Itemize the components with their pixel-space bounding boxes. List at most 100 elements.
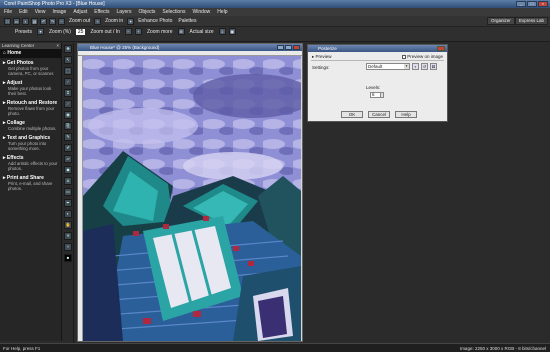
preview-on-image-checkbox[interactable]: Preview on image (402, 54, 443, 59)
menu-effects[interactable]: Effects (94, 9, 109, 15)
pick-tool-icon[interactable]: ↖ (64, 56, 72, 64)
levels-spinner[interactable] (380, 92, 384, 98)
color-swatch-icon[interactable]: ■ (64, 254, 72, 262)
zoom-in-button[interactable]: Zoom in (103, 18, 125, 24)
section-desc: Turn your photo into something more. (8, 141, 47, 151)
presets-label: Presets (15, 28, 32, 35)
menu-objects[interactable]: Objects (138, 9, 155, 15)
crop-tool-icon[interactable]: ⌗ (64, 89, 72, 97)
dropper-tool-icon[interactable]: ⁄ (64, 78, 72, 86)
menu-selections[interactable]: Selections (162, 9, 185, 15)
reset-icon[interactable]: ↺ (421, 63, 428, 70)
section-print-share[interactable]: ▸ Print and Share Print, e-mail, and sha… (0, 173, 61, 193)
actual-size-icon[interactable]: 1 (218, 28, 226, 35)
pen-tool-icon[interactable]: ✒ (64, 199, 72, 207)
menu-help[interactable]: Help (217, 9, 227, 15)
preset-picker-icon[interactable]: ▾ (36, 28, 44, 35)
fit-window-icon[interactable]: ▣ (228, 28, 236, 35)
section-desc: Combine multiple photos. (8, 126, 57, 131)
straighten-tool-icon[interactable]: ⟋ (64, 100, 72, 108)
menu-layers[interactable]: Layers (116, 9, 131, 15)
menu-adjust[interactable]: Adjust (73, 9, 87, 15)
print-icon[interactable]: ▤ (31, 17, 38, 25)
home-button[interactable]: ⌂ Home (0, 49, 61, 58)
status-help-text: For Help, press F1 (3, 345, 41, 351)
preview-toggle[interactable]: ▸ Preview (312, 54, 332, 60)
menu-window[interactable]: Window (193, 9, 211, 15)
zoom-out-button[interactable]: Zoom out (67, 18, 92, 24)
image-window-title: Blue House* @ 25% (Background) (78, 44, 302, 51)
brush-tool-icon[interactable]: ✐ (64, 144, 72, 152)
cancel-button[interactable]: Cancel (368, 111, 390, 118)
section-adjust[interactable]: ▸ Adjust Make your photos look their bes… (0, 78, 61, 98)
close-panel-icon[interactable]: × (56, 43, 61, 49)
palettes-button[interactable]: Palettes (176, 18, 198, 24)
shape-tool-icon[interactable]: ▭ (64, 188, 72, 196)
scratch-remover-icon[interactable]: ✎ (64, 133, 72, 141)
open-icon[interactable]: ▭ (13, 17, 20, 25)
express-lab-tab[interactable]: Express Lab (515, 17, 549, 25)
section-get-photos[interactable]: ▸ Get Photos Get photos from your camera… (0, 58, 61, 78)
lighten-tool-icon[interactable]: ☀ (64, 232, 72, 240)
section-desc: Make your photos look their best. (8, 86, 52, 96)
redo-icon[interactable]: ↷ (49, 17, 56, 25)
enhance-icon[interactable]: ✦ (127, 17, 135, 25)
section-desc: Remove flaws from your photo. (8, 106, 55, 116)
eraser-tool-icon[interactable]: ▱ (64, 155, 72, 163)
menu-view[interactable]: View (35, 9, 46, 15)
close-button[interactable]: × (538, 1, 548, 7)
title-bar: Corel PaintShop Photo Pro X3 - [Blue Hou… (0, 0, 550, 8)
warp-tool-icon[interactable]: ◐ (64, 210, 72, 218)
image-minimize-button[interactable] (277, 45, 284, 50)
smudge-tool-icon[interactable]: ✋ (64, 221, 72, 229)
save-icon[interactable]: ▪ (22, 17, 29, 25)
randomize-icon[interactable]: ⚄ (430, 63, 437, 70)
minimize-button[interactable]: _ (516, 1, 526, 7)
image-close-button[interactable] (293, 45, 300, 50)
magic-fill-icon[interactable]: ✧ (64, 243, 72, 251)
section-desc: Add artistic effects to your photos. (8, 161, 58, 171)
section-effects[interactable]: ▸ Effects Add artistic effects to your p… (0, 153, 61, 173)
zoom-more-icon[interactable]: ⊕ (177, 28, 185, 35)
organizer-tab[interactable]: Organizer (487, 17, 515, 25)
pan-tool-icon[interactable]: ✥ (64, 45, 72, 53)
clone-tool-icon[interactable]: ⎘ (64, 122, 72, 130)
menu-image[interactable]: Image (52, 9, 66, 15)
help-button[interactable]: Help (395, 111, 417, 118)
settings-label: Settings: (312, 65, 330, 70)
section-collage[interactable]: ▸ Collage Combine multiple photos. (0, 118, 61, 133)
section-retouch[interactable]: ▸ Retouch and Restore Remove flaws from … (0, 98, 61, 118)
photo-canvas[interactable] (83, 56, 301, 341)
image-maximize-button[interactable] (285, 45, 292, 50)
zoom-plus-icon[interactable]: + (134, 28, 142, 35)
zoom-value-field[interactable]: 25 (75, 28, 86, 35)
settings-select[interactable]: Default ▼ (366, 63, 410, 70)
undo-icon[interactable]: ↶ (40, 17, 47, 25)
zoom-in-icon[interactable]: + (94, 17, 102, 25)
selection-tool-icon[interactable]: ⬚ (64, 67, 72, 75)
save-preset-icon[interactable]: ▪ (412, 63, 419, 70)
levels-input[interactable]: 6 (370, 92, 384, 98)
ok-button[interactable]: OK (341, 111, 363, 118)
image-window: Blue House* @ 25% (Background) (77, 43, 303, 342)
fill-tool-icon[interactable]: ◆ (64, 166, 72, 174)
status-bar: For Help, press F1 Image: 2250 x 3000 x … (0, 343, 550, 352)
new-icon[interactable]: □ (4, 17, 11, 25)
zoom-out-icon[interactable]: − (58, 17, 65, 25)
home-label: Home (7, 50, 22, 56)
enhance-photo-button[interactable]: Enhance Photo (136, 18, 174, 24)
settings-value: Default (368, 64, 383, 69)
maximize-button[interactable]: □ (527, 1, 537, 7)
tools-palette: ✥ ↖ ⬚ ⁄ ⌗ ⟋ ◉ ⎘ ✎ ✐ ▱ ◆ A ▭ ✒ ◐ ✋ ☀ ✧ ■ (62, 43, 74, 343)
section-text-graphics[interactable]: ▸ Text and Graphics Turn your photo into… (0, 133, 61, 153)
menu-edit[interactable]: Edit (19, 9, 28, 15)
menu-file[interactable]: File (4, 9, 12, 15)
dialog-close-button[interactable] (437, 46, 445, 51)
toolbar-separator (0, 36, 550, 42)
zoom-more-label: Zoom more (146, 28, 173, 35)
section-desc: Get photos from your camera, PC, or scan… (8, 66, 55, 76)
text-tool-icon[interactable]: A (64, 177, 72, 185)
zoom-minus-icon[interactable]: − (124, 28, 132, 35)
red-eye-tool-icon[interactable]: ◉ (64, 111, 72, 119)
preview-label: Preview (315, 54, 332, 59)
